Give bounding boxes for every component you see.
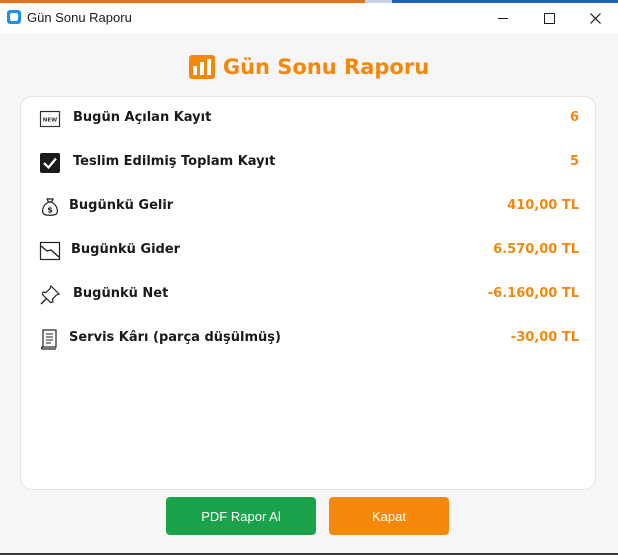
- close-button[interactable]: Kapat: [329, 497, 449, 535]
- row-label: Teslim Edilmiş Toplam Kayıt: [73, 154, 276, 169]
- row-label: Bugünkü Net: [73, 286, 169, 301]
- minimize-button[interactable]: [480, 3, 526, 33]
- new-icon: NEW: [39, 110, 61, 128]
- report-row-net: Bugünkü Net -6.160,00 TL: [21, 273, 597, 317]
- bar-chart-icon: [188, 55, 215, 79]
- report-title: Gün Sonu Raporu: [222, 55, 430, 79]
- row-value: 5: [569, 154, 579, 169]
- chart-down-icon: [39, 241, 61, 261]
- money-bag-icon: $: [42, 198, 58, 216]
- row-label: Bugünkü Gider: [71, 242, 181, 257]
- row-label: Bugünkü Gelir: [69, 198, 174, 213]
- row-label: Bugün Açılan Kayıt: [73, 110, 212, 125]
- row-label: Servis Kârı (parça düşülmüş): [69, 330, 281, 345]
- window-title: Gün Sonu Raporu: [27, 10, 132, 25]
- report-heading: Gün Sonu Raporu: [0, 55, 618, 79]
- close-icon: [589, 12, 601, 24]
- report-row-delivered: Teslim Edilmiş Toplam Kayıt 5: [21, 141, 597, 185]
- scroll-icon: [40, 329, 57, 350]
- svg-text:$: $: [47, 206, 53, 215]
- pdf-report-button[interactable]: PDF Rapor Al: [166, 497, 316, 535]
- row-value: -30,00 TL: [510, 330, 579, 345]
- close-window-button[interactable]: [572, 3, 618, 33]
- row-value: 410,00 TL: [507, 198, 579, 213]
- pushpin-icon: [40, 284, 61, 305]
- report-row-income: $ Bugünkü Gelir 410,00 TL: [21, 185, 597, 229]
- report-row-service-profit: Servis Kârı (parça düşülmüş) -30,00 TL: [21, 317, 597, 361]
- maximize-icon: [543, 12, 555, 24]
- report-row-expense: Bugünkü Gider 6.570,00 TL: [21, 229, 597, 273]
- title-bar[interactable]: Gün Sonu Raporu: [0, 3, 618, 33]
- checkbox-checked-icon: [40, 153, 60, 173]
- svg-text:NEW: NEW: [43, 118, 57, 124]
- row-value: 6: [569, 110, 579, 125]
- report-row-opened: NEW Bugün Açılan Kayıt 6: [21, 97, 597, 141]
- row-value: -6.160,00 TL: [487, 286, 579, 301]
- maximize-button[interactable]: [526, 3, 572, 33]
- report-window: Gün Sonu Raporu Gün Sonu Raporu NEW Bugü…: [0, 3, 618, 553]
- row-value: 6.570,00 TL: [493, 242, 579, 257]
- app-icon: [7, 10, 21, 24]
- report-card: NEW Bugün Açılan Kayıt 6 Teslim Edilmiş …: [20, 96, 596, 490]
- minimize-icon: [498, 17, 508, 19]
